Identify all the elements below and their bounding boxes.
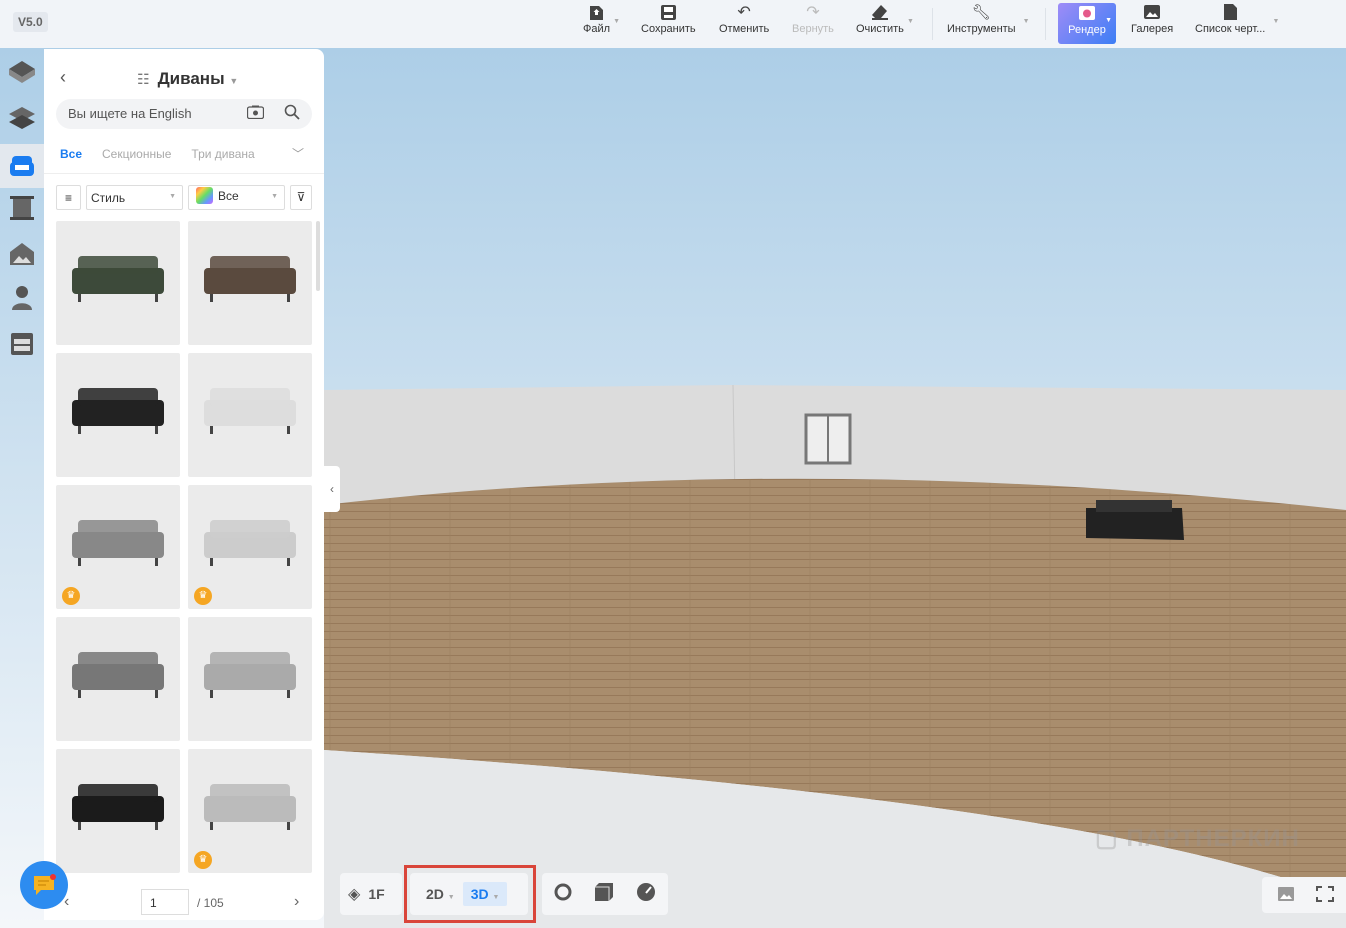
rail-landscape-icon[interactable] [8, 240, 36, 268]
chat-support-button[interactable] [20, 861, 68, 909]
caret-down-icon: ▼ [229, 76, 239, 86]
rail-furniture-icon[interactable] [0, 144, 44, 188]
divider [1045, 8, 1046, 40]
eraser-icon [871, 4, 888, 20]
top-toolbar: V5.0 Файл ▼ Сохранить ↶ Отменить ↷ Вернуть … [0, 0, 1346, 48]
view-tools [542, 873, 668, 915]
product-thumbnail [204, 520, 296, 566]
save-icon [660, 4, 676, 20]
rail-layers-icon[interactable] [8, 104, 36, 132]
product-thumbnail [72, 784, 164, 830]
product-card[interactable]: ♛ [188, 485, 312, 609]
camera-icon [1079, 5, 1095, 21]
tools-menu-button[interactable]: 🔧︎ Инструменты ▼ [947, 4, 1030, 44]
product-card[interactable]: ♛ [188, 749, 312, 873]
product-card[interactable] [56, 221, 180, 345]
premium-crown-icon: ♛ [194, 587, 212, 605]
next-page-button[interactable]: › [294, 893, 299, 911]
catalog-panel: ‹ ☷ Диваны ▼ Вы ищете на English Все Секц… [44, 49, 324, 920]
view-options [1262, 877, 1346, 913]
product-thumbnail [72, 652, 164, 698]
product-card[interactable] [56, 353, 180, 477]
product-thumbnail [204, 388, 296, 434]
product-grid: ♛ ♛ ♛ [56, 221, 318, 881]
file-icon [589, 4, 605, 20]
redo-icon: ↷ [806, 4, 820, 21]
product-card[interactable] [188, 353, 312, 477]
image-icon [1144, 4, 1161, 20]
product-thumbnail [204, 784, 296, 830]
gallery-button[interactable]: Галерея [1131, 4, 1173, 44]
product-card[interactable]: ♛ [56, 485, 180, 609]
premium-crown-icon: ♛ [194, 851, 212, 869]
undo-button[interactable]: ↶ Отменить [719, 4, 769, 44]
tab-sectional[interactable]: Секционные [102, 147, 171, 161]
product-thumbnail [72, 388, 164, 434]
save-button[interactable]: Сохранить [641, 4, 696, 44]
rail-door-icon[interactable] [8, 194, 36, 222]
pagination: ‹ 1 / 105 › [44, 887, 324, 917]
sort-button[interactable]: ≡ [56, 185, 81, 210]
tab-three-seat[interactable]: Три дивана [191, 147, 254, 161]
redo-button[interactable]: ↷ Вернуть [792, 4, 834, 44]
sort-icon: ≡ [64, 191, 72, 205]
product-card[interactable] [188, 221, 312, 345]
back-button[interactable]: ‹ [60, 67, 66, 88]
product-card[interactable] [56, 749, 180, 873]
watermark: ▢ ПАРТНЕРКИН [1095, 825, 1300, 852]
floor-selector[interactable]: ◈ 1F [340, 873, 402, 915]
sofa-3d-model[interactable] [1086, 508, 1184, 540]
tab-all[interactable]: Все [60, 147, 82, 161]
total-pages: / 105 [197, 896, 224, 910]
product-thumbnail [72, 520, 164, 566]
cube-icon[interactable] [594, 882, 613, 906]
rail-person-icon[interactable] [8, 284, 36, 312]
chat-icon [34, 874, 56, 895]
camera-search-icon[interactable] [246, 105, 265, 122]
wrench-icon: 🔧︎ [971, 4, 991, 21]
filter-button[interactable]: ⊽ [290, 185, 312, 210]
render-button[interactable]: Рендер ▼ [1058, 3, 1116, 44]
page-input[interactable]: 1 [141, 889, 189, 915]
product-thumbnail [72, 256, 164, 302]
screenshot-icon[interactable] [1278, 887, 1294, 906]
layers-icon: ◈ [348, 886, 361, 903]
scrollbar[interactable] [316, 221, 320, 291]
divider [44, 173, 324, 174]
search-icon[interactable] [284, 104, 300, 123]
product-thumbnail [204, 652, 296, 698]
product-thumbnail [204, 256, 296, 302]
list-icon: ☷ [137, 71, 150, 87]
product-card[interactable] [188, 617, 312, 741]
fullscreen-icon[interactable] [1316, 886, 1334, 907]
drawings-list-button[interactable]: Список черт... ▼ [1195, 4, 1279, 44]
category-rail [0, 48, 44, 868]
category-title[interactable]: ☷ Диваны ▼ [137, 69, 238, 89]
color-swatch-icon [196, 186, 213, 204]
undo-icon: ↶ [737, 4, 751, 21]
style-select[interactable]: Стиль ▼ [86, 185, 183, 210]
divider [932, 8, 933, 40]
premium-crown-icon: ♛ [62, 587, 80, 605]
document-icon [1222, 4, 1238, 20]
highlight-box [404, 865, 536, 923]
rail-floorplan-icon[interactable] [8, 58, 36, 86]
version-badge: V5.0 [13, 12, 48, 32]
file-menu-button[interactable]: Файл ▼ [583, 4, 620, 44]
color-select[interactable]: Все ▼ [188, 185, 285, 210]
search-input[interactable]: Вы ищете на English [56, 99, 312, 129]
gauge-icon[interactable] [636, 882, 656, 907]
eye-icon[interactable] [554, 883, 572, 906]
chevron-down-icon[interactable]: ﹀ [292, 145, 304, 162]
product-card[interactable] [56, 617, 180, 741]
clear-button[interactable]: Очистить ▼ [856, 4, 914, 44]
category-tabs: Все Секционные Три дивана [60, 147, 255, 161]
collapse-panel-button[interactable]: ‹ [324, 466, 340, 512]
rail-cabinet-icon[interactable] [8, 330, 36, 358]
filter-icon: ⊽ [296, 190, 306, 204]
